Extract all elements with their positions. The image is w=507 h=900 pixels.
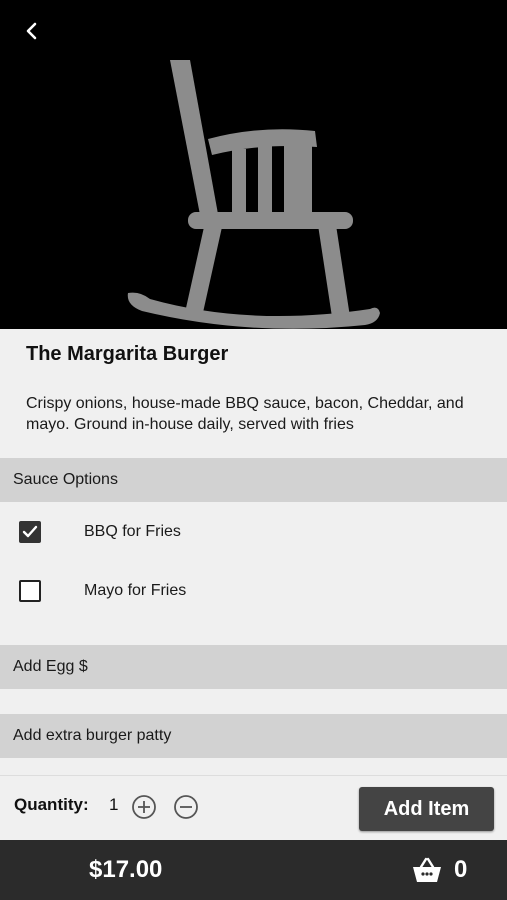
product-title: The Margarita Burger [26,343,229,365]
option-row-mayo[interactable]: Mayo for Fries [0,571,507,611]
back-button[interactable] [14,14,48,48]
quantity-panel: Quantity: 1 Add Item [0,775,507,839]
option-row-bbq[interactable]: BBQ for Fries [0,512,507,552]
quantity-value: 1 [109,795,119,814]
quantity-label: Quantity: [14,795,89,814]
sauce-options-header: Sauce Options [0,458,507,502]
shopping-basket-icon[interactable] [412,856,442,884]
product-description: Crispy onions, house-made BBQ sauce, bac… [26,395,464,433]
minus-circle-icon [174,795,198,819]
option-label: BBQ for Fries [84,523,181,540]
add-item-button[interactable]: Add Item [359,787,494,831]
product-hero [0,0,507,329]
option-label: Mayo for Fries [84,582,187,599]
chevron-left-icon [26,22,37,40]
bbq-checkbox[interactable] [19,521,41,543]
add-egg-header[interactable]: Add Egg $ [0,645,507,689]
checkmark-icon [22,525,38,538]
plus-circle-icon [132,795,156,819]
increase-quantity-button[interactable] [131,794,157,820]
mayo-checkbox[interactable] [19,580,41,602]
footer-bar: $17.00 0 [0,840,507,900]
cart-count: 0 [454,856,468,883]
total-price: $17.00 [89,856,163,883]
add-patty-header[interactable]: Add extra burger patty [0,714,507,758]
rocking-chair-icon [127,60,381,329]
decrease-quantity-button[interactable] [173,794,199,820]
